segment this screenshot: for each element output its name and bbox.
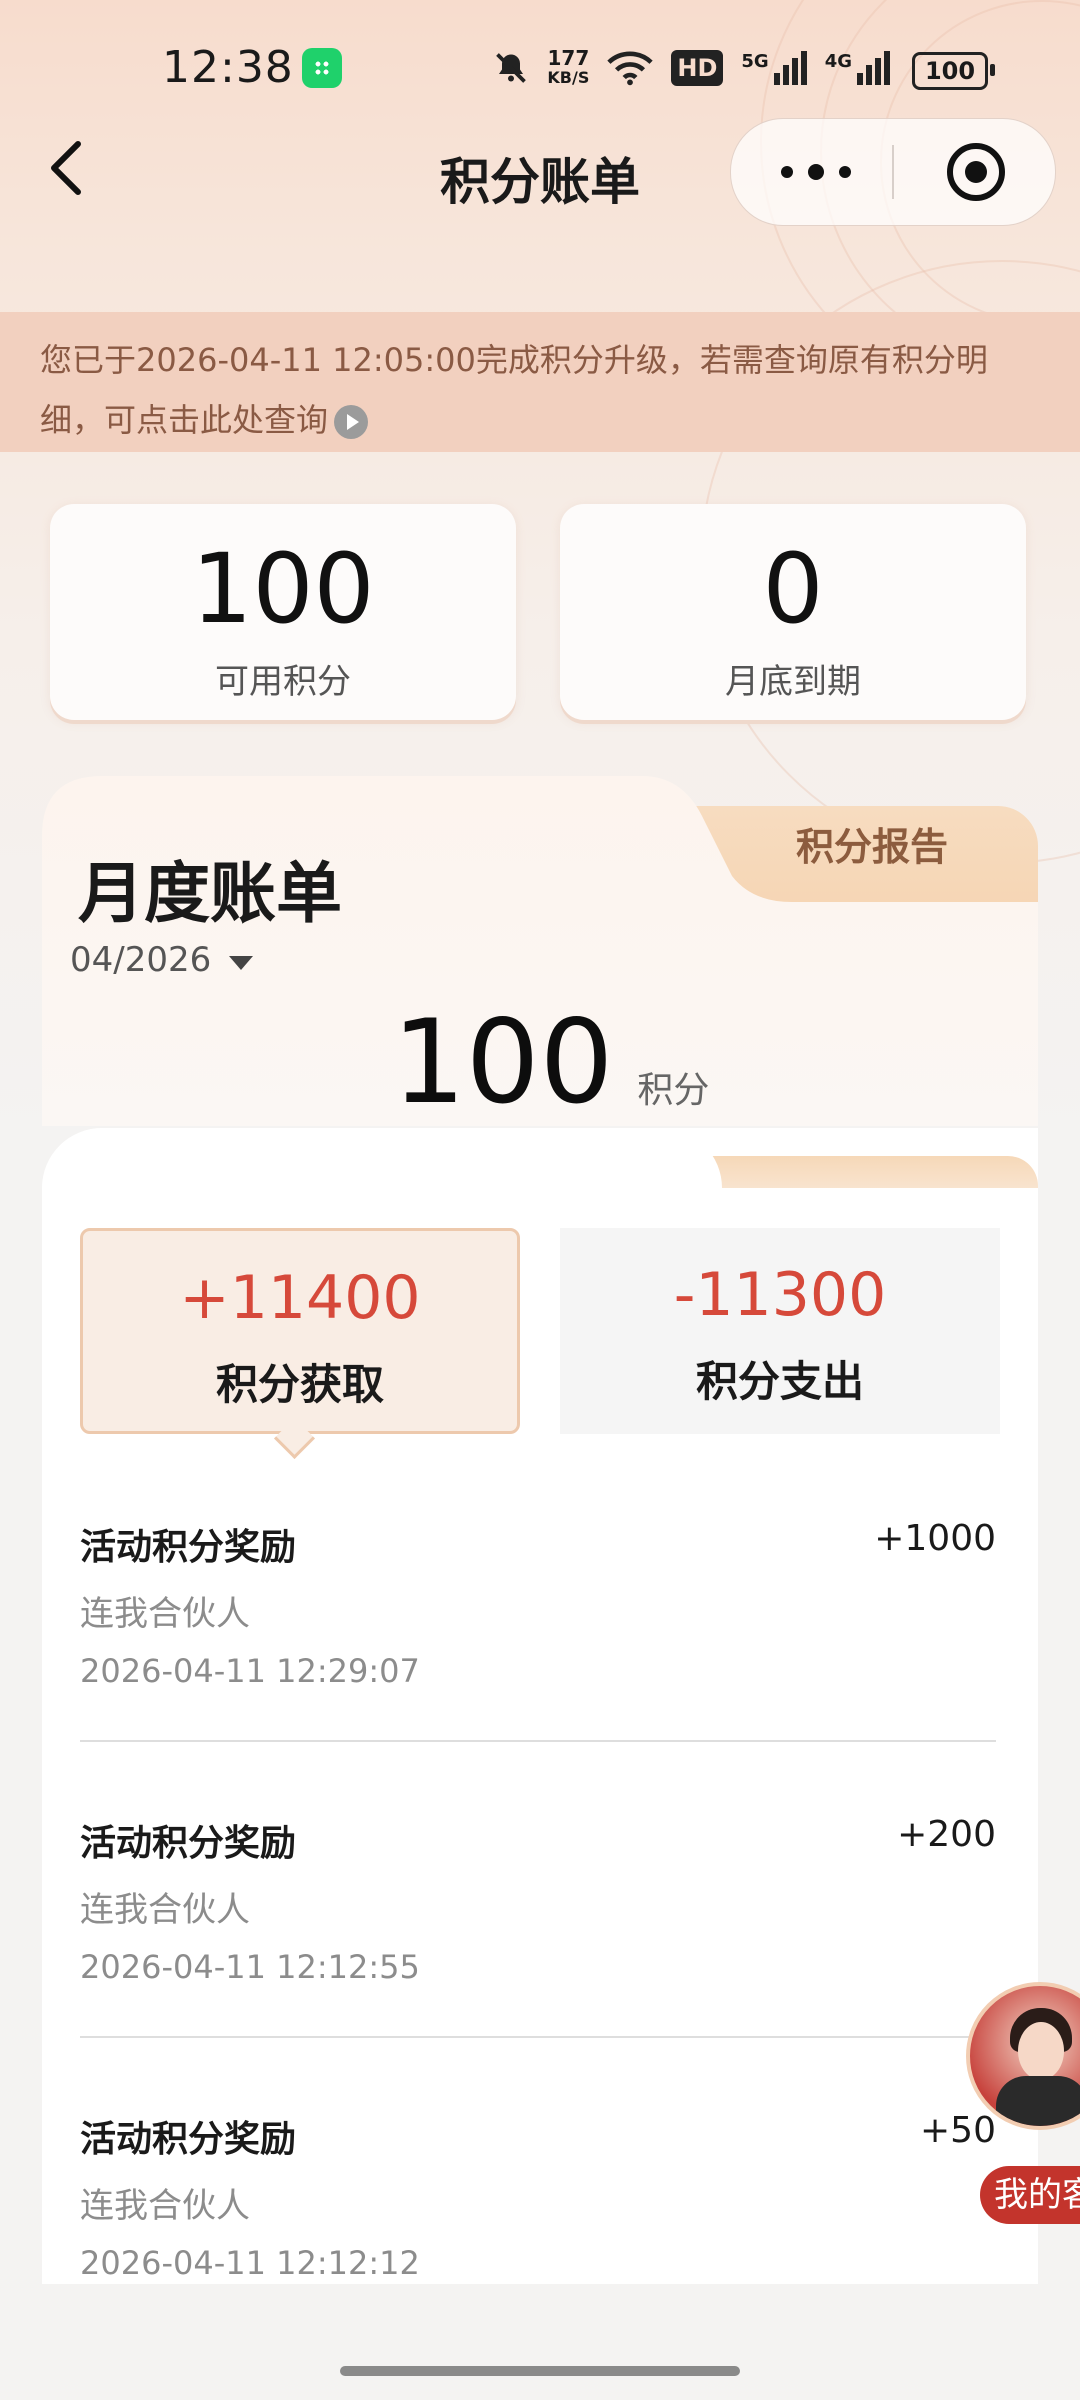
avatar-face	[1018, 2022, 1064, 2080]
month-picker[interactable]: 04/2026	[70, 940, 254, 980]
transaction-time: 2026-04-11 12:12:12	[80, 2244, 420, 2282]
customer-service-label[interactable]: 我的客	[980, 2166, 1080, 2224]
transaction-source: 连我合伙人	[80, 1594, 250, 1634]
points-report-tab[interactable]: 积分报告	[742, 816, 1002, 871]
transaction-item[interactable]: 活动积分奖励 +1000 连我合伙人 2026-04-11 12:29:07	[80, 1500, 996, 1796]
transaction-amount: +50	[920, 2110, 996, 2151]
points-earned-value: +11400	[179, 1263, 421, 1333]
status-bar: 12:38 177 KB/S HD 5G 4G 100	[0, 0, 1080, 132]
transaction-source: 连我合伙人	[80, 1890, 250, 1930]
transaction-time: 2026-04-11 12:29:07	[80, 1652, 420, 1690]
net-5g-label: 5G	[741, 51, 769, 72]
avatar-suit	[996, 2076, 1080, 2126]
expiring-points-card: 0 月底到期	[560, 504, 1026, 720]
wifi-icon	[607, 51, 654, 86]
points-spent-value: -11300	[673, 1260, 887, 1330]
monthly-bill-title: 月度账单	[78, 855, 342, 932]
monthly-total-unit: 积分	[637, 1070, 710, 1111]
monthly-total-value: 100	[392, 995, 614, 1127]
transaction-source: 连我合伙人	[80, 2186, 250, 2226]
points-earned-label: 积分获取	[215, 1360, 384, 1409]
app-notification-icon	[302, 48, 342, 88]
hd-icon: HD	[671, 50, 724, 86]
net-speed-value: 177	[547, 46, 590, 70]
transaction-time: 2026-04-11 12:12:55	[80, 1948, 420, 1986]
divider	[80, 1740, 996, 1742]
net-speed-unit: KB/S	[547, 68, 590, 87]
more-icon[interactable]	[781, 152, 851, 192]
points-spent-label: 积分支出	[695, 1357, 864, 1406]
notice-text: 您已于2026-04-11 12:05:00完成积分升级，若需查询原有积分明细，…	[40, 341, 988, 439]
status-time: 12:38	[162, 42, 294, 93]
available-points-value: 100	[191, 533, 375, 645]
upgrade-notice[interactable]: 您已于2026-04-11 12:05:00完成积分升级，若需查询原有积分明细，…	[0, 312, 1080, 452]
divider	[80, 2036, 996, 2038]
signal-4g-icon: 4G	[825, 51, 890, 85]
capsule-divider	[892, 145, 894, 199]
available-points-label: 可用积分	[215, 662, 351, 702]
transaction-amount: +1000	[874, 1518, 996, 1559]
mini-program-capsule	[730, 118, 1056, 226]
transaction-title: 活动积分奖励	[80, 1527, 297, 1568]
transaction-amount: +200	[897, 1814, 996, 1855]
signal-5g-icon: 5G	[741, 51, 807, 85]
monthly-bill-card: 积分报告 月度账单 04/2026 100 积分	[42, 776, 1038, 1126]
monthly-total: 100 积分	[392, 995, 710, 1127]
net-speed: 177 KB/S	[547, 48, 589, 88]
mute-bell-icon	[496, 53, 527, 83]
battery-icon: 100	[912, 52, 995, 90]
transaction-title: 活动积分奖励	[80, 2119, 297, 2160]
home-indicator[interactable]	[340, 2366, 740, 2376]
status-icons: 177 KB/S HD 5G 4G	[493, 44, 890, 92]
tab-points-earned[interactable]: +11400 积分获取	[80, 1228, 520, 1434]
caret-down-icon	[229, 956, 254, 970]
expiring-points-label: 月底到期	[725, 662, 861, 702]
transaction-item[interactable]: 活动积分奖励 +200 连我合伙人 2026-04-11 12:12:55	[80, 1796, 996, 2092]
play-icon[interactable]	[334, 405, 369, 439]
transaction-item[interactable]: 活动积分奖励 +50 连我合伙人 2026-04-11 12:12:12	[80, 2092, 996, 2284]
close-target-icon[interactable]	[945, 141, 1007, 203]
available-points-card: 100 可用积分	[50, 504, 516, 720]
tab-points-spent[interactable]: -11300 积分支出	[560, 1228, 1000, 1434]
expiring-points-value: 0	[762, 533, 824, 645]
net-4g-label: 4G	[824, 51, 852, 72]
transaction-title: 活动积分奖励	[80, 1823, 297, 1864]
month-picker-value: 04/2026	[70, 940, 212, 980]
